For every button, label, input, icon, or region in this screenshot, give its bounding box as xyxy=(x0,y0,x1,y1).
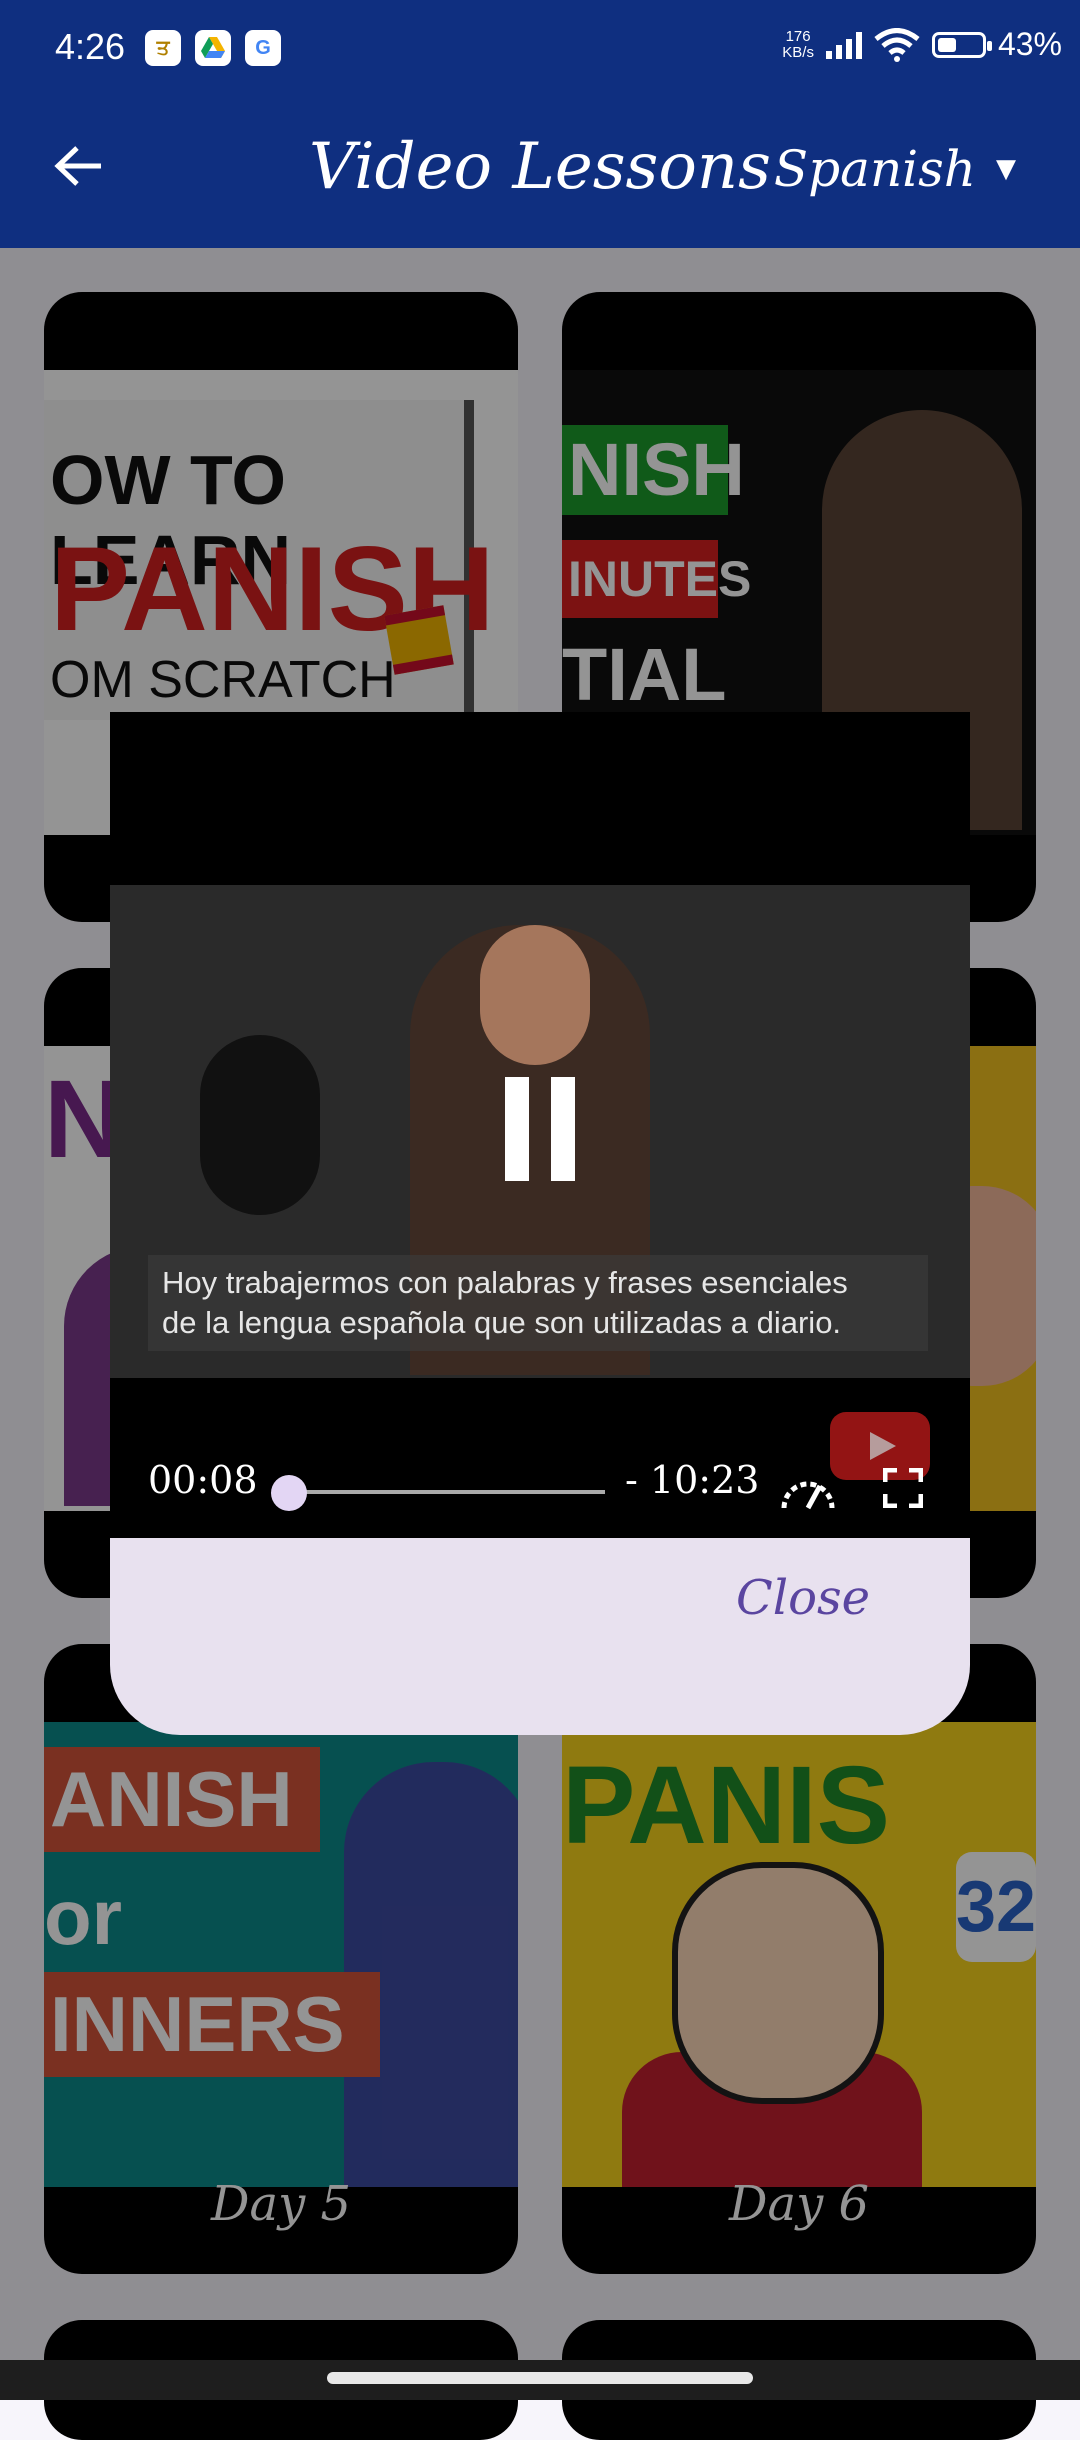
system-icons: 176 KB/s 43% xyxy=(782,26,1062,63)
video-dialog: Hoy trabajermos con palabras y frases es… xyxy=(110,712,970,1735)
drive-icon xyxy=(195,30,231,66)
battery-percent: 43% xyxy=(997,26,1062,62)
video-subtitle: Hoy trabajermos con palabras y frases es… xyxy=(148,1255,928,1351)
playback-speed-icon[interactable] xyxy=(780,1468,836,1512)
seek-bar[interactable] xyxy=(285,1490,605,1494)
google-icon: G xyxy=(245,30,281,66)
signal-icon xyxy=(825,31,862,59)
status-time: 4:26 xyxy=(55,26,126,67)
fullscreen-icon[interactable] xyxy=(883,1468,923,1508)
current-time: 00:08 xyxy=(148,1458,258,1502)
keyboard-app-icon: ਤ xyxy=(145,30,181,66)
network-speed: 176 KB/s xyxy=(782,27,814,61)
system-nav-bar xyxy=(0,2360,1080,2400)
language-dropdown[interactable]: Spanish ▼ xyxy=(774,140,1016,198)
pause-button[interactable] xyxy=(495,1077,585,1181)
video-player[interactable]: Hoy trabajermos con palabras y frases es… xyxy=(110,712,970,1538)
notification-icons: ਤ G xyxy=(145,30,281,66)
home-gesture-handle[interactable] xyxy=(327,2372,753,2384)
pause-icon xyxy=(505,1077,529,1181)
player-controls: 00:08 - 10:23 xyxy=(110,1432,970,1522)
status-bar: 4:26 ਤ G 176 KB/s 43% xyxy=(0,0,1080,100)
caret-down-icon: ▼ xyxy=(996,154,1016,184)
wifi-icon xyxy=(874,27,920,62)
app-bar: Video Lessons Spanish ▼ xyxy=(0,100,1080,248)
battery-level-fill xyxy=(937,37,956,52)
seek-thumb[interactable] xyxy=(271,1475,308,1511)
battery-icon xyxy=(931,31,992,58)
language-label: Spanish xyxy=(773,140,976,198)
remaining-time: - 10:23 xyxy=(625,1458,760,1502)
close-button[interactable]: Close xyxy=(736,1570,870,1626)
